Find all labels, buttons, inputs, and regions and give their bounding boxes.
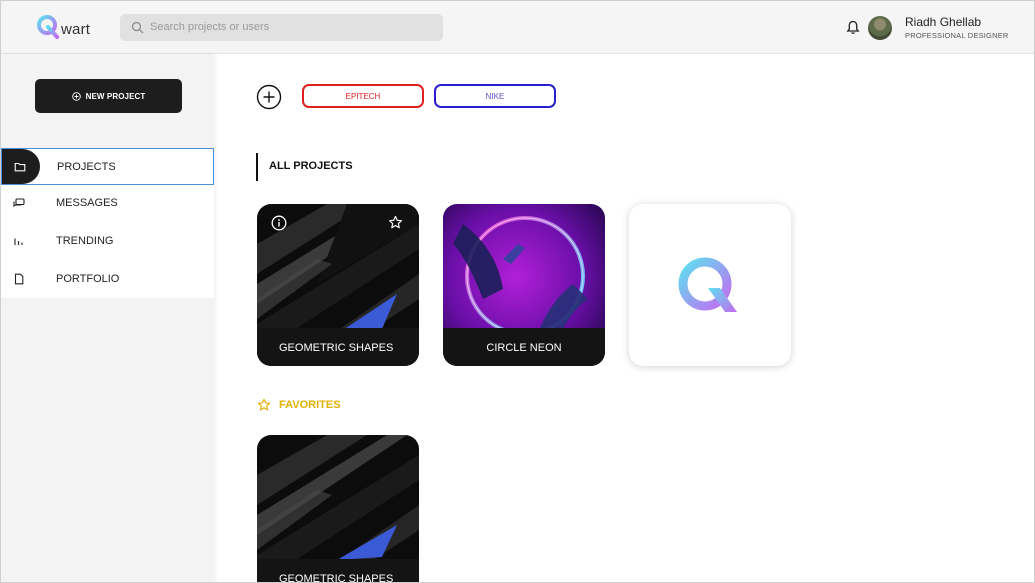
tag-label: EPITECH [345, 91, 381, 101]
info-icon[interactable] [271, 215, 287, 231]
user-role: PROFESSIONAL DESIGNER [905, 31, 1009, 40]
project-card-geometric-shapes[interactable]: GEOMETRIC SHAPES [257, 204, 419, 366]
bar-chart-icon [14, 238, 23, 245]
new-project-label: NEW PROJECT [85, 91, 146, 101]
star-icon[interactable] [388, 215, 403, 230]
sidebar-item-projects[interactable]: PROJECTS [1, 148, 214, 185]
section-marker [256, 153, 258, 181]
project-card-circle-neon[interactable]: CIRCLE NEON [443, 204, 605, 366]
add-tag-button[interactable] [256, 84, 282, 110]
tag-epitech[interactable]: EPITECH [302, 84, 424, 108]
tag-nike[interactable]: NIKE [434, 84, 556, 108]
sidebar-item-label: TRENDING [56, 235, 114, 247]
favorite-card-geometric-shapes[interactable]: GEOMETRIC SHAPES [257, 435, 419, 583]
tag-label: NIKE [485, 91, 505, 101]
sidebar-item-label: PORTFOLIO [56, 273, 120, 285]
star-icon [257, 398, 271, 411]
sidebar-item-messages[interactable]: MESSAGES [1, 185, 214, 222]
card-title: GEOMETRIC SHAPES [279, 342, 394, 354]
section-title-all-projects: ALL PROJECTS [269, 160, 353, 172]
search-bar[interactable]: Search projects or users [120, 14, 443, 41]
plus-circle-icon [71, 91, 81, 101]
sidebar-nav: PROJECTS MESSAGES TRENDING PORTFOLIO [1, 148, 214, 298]
app-window: wart Search projects or users Riadh Ghel… [0, 0, 1035, 583]
sidebar-item-label: MESSAGES [56, 197, 118, 209]
search-icon [131, 21, 144, 34]
sidebar-item-trending[interactable]: TRENDING [1, 223, 214, 260]
chat-icon [13, 198, 25, 208]
top-bar: wart Search projects or users Riadh Ghel… [1, 1, 1034, 54]
sidebar-item-label: PROJECTS [57, 161, 116, 173]
sidebar-item-portfolio[interactable]: PORTFOLIO [1, 261, 214, 298]
logo-text: wart [61, 21, 91, 38]
user-name: Riadh Ghellab [905, 15, 982, 29]
project-card-logo[interactable] [629, 204, 791, 366]
avatar[interactable] [868, 16, 892, 40]
new-project-button[interactable]: NEW PROJECT [35, 79, 182, 113]
brand-logo-icon [678, 257, 737, 312]
sidebar: NEW PROJECT PROJECTS MESSAGES TRENDING P… [1, 54, 214, 582]
card-title: CIRCLE NEON [486, 342, 562, 354]
document-icon [14, 273, 24, 285]
section-title-favorites: FAVORITES [279, 399, 341, 411]
search-input[interactable]: Search projects or users [150, 21, 269, 33]
card-title: GEOMETRIC SHAPES [279, 573, 394, 583]
app-logo[interactable]: wart [36, 14, 96, 40]
bell-icon[interactable] [846, 20, 860, 35]
logo-q-icon [37, 15, 59, 39]
folder-icon [14, 162, 26, 172]
